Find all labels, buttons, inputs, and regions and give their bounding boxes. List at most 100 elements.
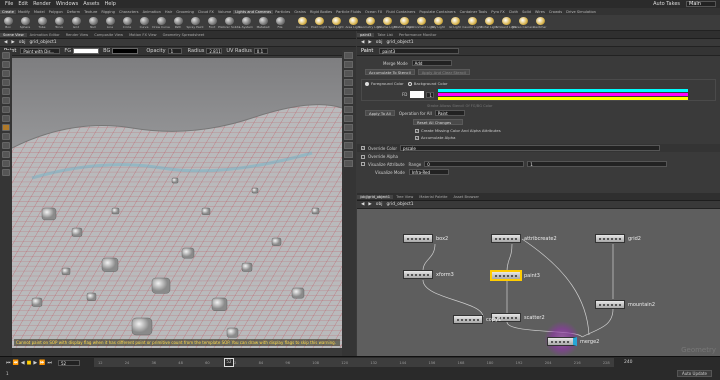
shelf-tab[interactable]: Drive Simulation <box>564 10 598 14</box>
shelf-tool-5[interactable]: Null <box>85 16 101 29</box>
shelf-light-tool-14[interactable]: Switcher <box>532 16 548 29</box>
shelf-tab[interactable]: Characters <box>117 10 141 14</box>
accumulate-alpha-checkbox[interactable]: ✓ <box>415 135 419 140</box>
shelf-tab[interactable]: Hair <box>163 10 174 14</box>
rotate-tool-icon[interactable] <box>2 70 10 77</box>
shelf-tab[interactable]: Rigging <box>99 10 117 14</box>
shelf-tab[interactable]: Deform <box>65 10 82 14</box>
node-grid2-tile[interactable] <box>595 234 625 243</box>
auto-takes-label[interactable]: Auto Takes <box>653 1 680 7</box>
node-copy1[interactable]: copy1 <box>453 315 501 324</box>
snapshot-icon[interactable] <box>344 151 353 158</box>
shelf-tab[interactable]: Rigid Bodies <box>308 10 334 14</box>
shelf-light-tool-5[interactable]: Volume Light <box>377 16 397 29</box>
forward-icon[interactable]: ▶ <box>11 40 14 45</box>
node-paint3[interactable]: paint3 <box>491 271 540 280</box>
back-icon[interactable]: ◀ <box>361 202 364 207</box>
snap-icon[interactable] <box>2 115 10 122</box>
scene-tab-3[interactable]: Composite View <box>91 33 126 37</box>
ghost-icon[interactable] <box>344 88 353 95</box>
scene-tab-2[interactable]: Render View <box>63 33 91 37</box>
shelf-tab[interactable]: Texture <box>82 10 99 14</box>
menu-file[interactable]: File <box>5 1 13 7</box>
shelf-tool-8[interactable]: Curve <box>136 16 152 29</box>
timeline-bar[interactable]: 52 12 24 36 48 60 72 84 96 108 120 132 144 156 168 180… <box>93 358 614 367</box>
menu-windows[interactable]: Windows <box>56 1 78 7</box>
shelf-tab[interactable]: Polygon <box>47 10 65 14</box>
node-attribcreate2-tile[interactable] <box>491 234 521 243</box>
fd-color-swatch[interactable] <box>410 91 425 98</box>
bg-color-swatch[interactable] <box>112 48 139 54</box>
path-obj[interactable]: obj <box>19 40 26 45</box>
camera-icon[interactable] <box>344 97 353 104</box>
play-icon[interactable]: ▶ <box>33 360 37 366</box>
node-attribcreate2[interactable]: attribcreate2 <box>491 234 557 243</box>
uv-radius-field[interactable]: 0.1 <box>253 48 268 54</box>
wireframe-icon[interactable] <box>344 79 353 86</box>
shelf-tool-10[interactable]: Path <box>170 16 186 29</box>
node-xform3[interactable]: xform3 <box>403 270 454 279</box>
override-color-checkbox[interactable]: ✓ <box>361 146 365 150</box>
path-geo[interactable]: grid_object1 <box>386 202 413 207</box>
pin-icon[interactable] <box>2 142 10 149</box>
apply-clear-button[interactable]: Apply And Clear Stencil <box>417 69 471 75</box>
current-frame-field[interactable]: 52 <box>57 359 80 366</box>
scene-tab-5[interactable]: Geometry Spreadsheet <box>160 33 208 37</box>
menu-help[interactable]: Help <box>104 1 115 7</box>
override-alpha-checkbox[interactable] <box>361 154 365 159</box>
shelf-tab[interactable]: Create <box>0 9 16 14</box>
create-missing-checkbox[interactable]: ✓ <box>415 128 419 133</box>
shelf-tab[interactable]: Wires <box>533 10 547 14</box>
visualize-attr-checkbox[interactable] <box>361 162 365 166</box>
merge-mode-select[interactable]: Add <box>411 60 452 66</box>
shelf-tab[interactable]: Container Tools <box>458 10 490 14</box>
scene-tab-0[interactable]: Scene View <box>0 32 27 37</box>
scene-tab-1[interactable]: Animation Editor <box>27 33 63 37</box>
shelf-tool-15[interactable]: Metaball <box>255 16 271 29</box>
shelf-tool-16[interactable]: File <box>272 16 288 29</box>
shelf-tab[interactable]: Cloud FX <box>196 10 216 14</box>
path-obj[interactable]: obj <box>376 40 383 45</box>
radius-field[interactable]: 2.811 <box>206 48 223 54</box>
select-tool-icon[interactable] <box>2 52 10 59</box>
node-box2[interactable]: box2 <box>403 234 448 243</box>
back-icon[interactable]: ◀ <box>4 40 7 45</box>
shelf-light-tool-1[interactable]: Point Light <box>311 16 327 29</box>
shading-icon[interactable] <box>344 61 353 68</box>
shelf-tab[interactable]: Solid <box>520 10 533 14</box>
node-box2-tile[interactable] <box>403 234 433 243</box>
fg-radio[interactable] <box>365 81 369 86</box>
paint-mode-select[interactable]: Paint with Dis... <box>20 48 61 54</box>
pose-tool-icon[interactable] <box>2 97 10 104</box>
step-back-icon[interactable]: ⏪ <box>13 360 19 366</box>
network-editor[interactable]: box2 attribcreate2 grid2 xform3 paint3 m… <box>357 209 720 356</box>
green-slider[interactable] <box>438 93 689 96</box>
range-min-field[interactable]: 0 <box>424 161 525 167</box>
point-select-icon[interactable] <box>2 151 10 158</box>
shelf-tool-9[interactable]: Draw Curve <box>152 16 170 29</box>
node-merge2-tile[interactable] <box>547 337 577 346</box>
shelf-tool-7[interactable]: Circle <box>119 16 135 29</box>
node-grid2[interactable]: grid2 <box>595 234 641 243</box>
shelf-tool-0[interactable]: Box <box>0 16 16 29</box>
node-xform3-tile[interactable] <box>403 270 433 279</box>
operation-select[interactable]: Paint <box>434 110 465 116</box>
shelf-tab[interactable]: Modify <box>16 10 32 14</box>
shelf-tab[interactable]: Crowds <box>547 10 564 14</box>
shelf-light-tool-8[interactable]: Sky Light <box>430 16 446 29</box>
bg-radio[interactable] <box>407 81 412 86</box>
network-tab-2[interactable]: Material Palette <box>416 195 450 199</box>
move-tool-icon[interactable] <box>2 61 10 68</box>
shelf-tab[interactable]: Grooming <box>174 10 196 14</box>
shelf-tab[interactable]: Model <box>32 10 47 14</box>
path-geo[interactable]: grid_object1 <box>29 40 56 45</box>
shelf-tool-11[interactable]: Spray Paint <box>186 16 204 29</box>
visibility-icon[interactable] <box>344 106 353 113</box>
param-tab-1[interactable]: Take List <box>374 33 395 37</box>
edge-select-icon[interactable] <box>2 160 10 167</box>
blue-slider[interactable] <box>438 97 689 100</box>
node-name-field[interactable]: paint3 <box>379 48 460 54</box>
shelf-tab[interactable]: Fluid Containers <box>384 10 417 14</box>
opacity-field[interactable]: 1 <box>167 48 182 54</box>
node-mountain2-tile[interactable] <box>595 300 625 309</box>
